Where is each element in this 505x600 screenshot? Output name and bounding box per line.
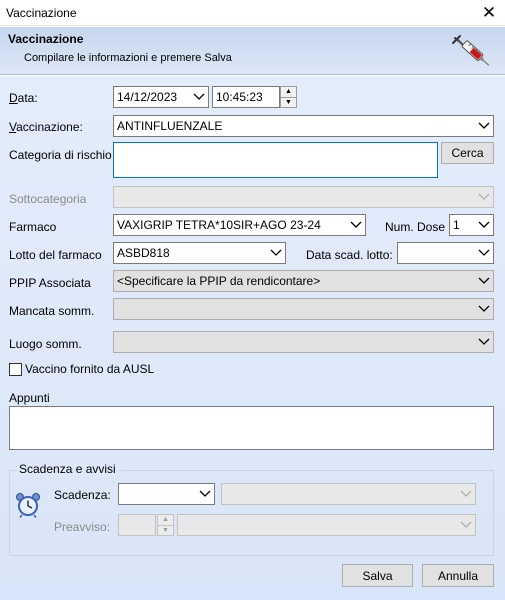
chevron-down-icon: [478, 305, 490, 313]
spin-down-icon[interactable]: ▼: [158, 524, 173, 536]
title-bar: Vaccinazione ✕: [0, 0, 505, 26]
vaccino-ausl-checkbox[interactable]: [9, 363, 22, 376]
close-icon: ✕: [481, 3, 497, 22]
spin-up-icon[interactable]: ▲: [281, 87, 296, 97]
scadenza-picker[interactable]: [118, 483, 215, 505]
scadenza-avvisi-legend: Scadenza e avvisi: [17, 462, 118, 476]
ppip-value: <Specificare la PPIP da rendicontare>: [117, 274, 321, 288]
time-field[interactable]: 10:45:23: [212, 86, 280, 108]
chevron-down-icon: [478, 249, 490, 257]
luogo-somm-select[interactable]: [113, 331, 494, 353]
date-value: 14/12/2023: [117, 90, 178, 104]
chevron-down-icon: [478, 338, 490, 346]
sottocategoria-select[interactable]: [113, 186, 494, 208]
farmaco-select[interactable]: VAXIGRIP TETRA*10SIR+AGO 23-24: [113, 214, 366, 236]
save-button[interactable]: Salva: [342, 564, 413, 587]
num-dose-label: Num. Dose: [385, 220, 446, 234]
window-title: Vaccinazione: [6, 6, 77, 20]
date-picker[interactable]: 14/12/2023: [113, 86, 209, 108]
chevron-down-icon: [478, 277, 490, 285]
chevron-down-icon: [460, 490, 472, 498]
close-button[interactable]: ✕: [476, 2, 502, 24]
chevron-down-icon: [199, 490, 211, 498]
time-value: 10:45:23: [216, 90, 263, 104]
lotto-select[interactable]: ASBD818: [113, 242, 286, 264]
vaccinazione-value: ANTINFLUENZALE: [117, 119, 223, 133]
header-subtitle: Compilare le informazioni e premere Salv…: [24, 52, 232, 64]
ppip-select[interactable]: <Specificare la PPIP da rendicontare>: [113, 270, 494, 292]
data-scad-lotto-label: Data scad. lotto:: [306, 248, 393, 262]
categoria-rischio-label: Categoria di rischio: [9, 148, 112, 162]
chevron-down-icon: [270, 249, 282, 257]
appunti-textarea[interactable]: [9, 406, 494, 450]
vaccinazione-label: Vaccinazione:: [9, 120, 83, 134]
data-scad-lotto-picker[interactable]: [397, 242, 494, 264]
preavviso-unit-select[interactable]: [177, 514, 476, 536]
preavviso-spinner[interactable]: ▲ ▼: [157, 514, 174, 536]
header-title: Vaccinazione: [8, 32, 84, 46]
scadenza-unit-select[interactable]: [221, 483, 476, 505]
chevron-down-icon: [193, 93, 205, 101]
scadenza-label: Scadenza:: [54, 488, 111, 502]
vaccino-ausl-label: Vaccino fornito da AUSL: [25, 362, 155, 376]
time-spinner[interactable]: ▲ ▼: [280, 86, 297, 108]
syringe-icon: [452, 35, 490, 66]
luogo-somm-label: Luogo somm.: [9, 337, 82, 351]
dialog-header: Vaccinazione Compilare le informazioni e…: [0, 27, 505, 75]
vaccinazione-select[interactable]: ANTINFLUENZALE: [113, 115, 494, 137]
chevron-down-icon: [478, 122, 490, 130]
num-dose-value: 1: [453, 218, 460, 232]
chevron-down-icon: [350, 221, 362, 229]
categoria-rischio-field[interactable]: [113, 142, 438, 178]
chevron-down-icon: [460, 521, 472, 529]
sottocategoria-label: Sottocategoria: [9, 192, 87, 206]
mancata-somm-label: Mancata somm.: [9, 304, 95, 318]
num-dose-select[interactable]: 1: [449, 214, 494, 236]
farmaco-label: Farmaco: [9, 220, 57, 234]
lotto-label: Lotto del farmaco: [9, 248, 102, 262]
mancata-somm-select[interactable]: [113, 298, 494, 320]
preavviso-field[interactable]: [118, 514, 156, 536]
data-label: Data:: [9, 91, 38, 105]
lotto-value: ASBD818: [117, 246, 170, 260]
farmaco-value: VAXIGRIP TETRA*10SIR+AGO 23-24: [117, 218, 321, 232]
ppip-label: PPIP Associata: [9, 276, 91, 290]
chevron-down-icon: [478, 193, 490, 201]
chevron-down-icon: [478, 221, 490, 229]
appunti-label: Appunti: [9, 391, 50, 405]
spin-down-icon[interactable]: ▼: [281, 96, 296, 108]
preavviso-label: Preavviso:: [54, 520, 111, 534]
cancel-button[interactable]: Annulla: [422, 564, 494, 587]
alarm-clock-icon: [16, 493, 40, 518]
spin-up-icon[interactable]: ▲: [158, 515, 173, 525]
cerca-button[interactable]: Cerca: [441, 142, 494, 164]
